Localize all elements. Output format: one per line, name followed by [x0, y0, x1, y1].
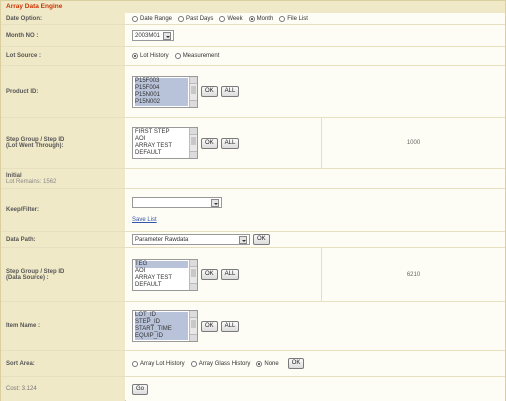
product-id-ok-button[interactable]: OK: [201, 86, 218, 97]
item-name-all-button[interactable]: ALL: [220, 320, 240, 332]
go-button[interactable]: Go: [132, 383, 149, 395]
radio-array-lot-history[interactable]: Array Lot History: [132, 360, 185, 367]
radio-month[interactable]: Month: [248, 15, 273, 22]
radio-lot-history[interactable]: Lot History: [132, 53, 169, 59]
list-item[interactable]: EQUIP_ID: [135, 333, 188, 340]
array-data-engine-panel: Array Data Engine Date Option: Date Rang…: [0, 0, 506, 401]
list-item[interactable]: ARRAY TEST: [135, 275, 188, 282]
data-path-select[interactable]: Parameter Rawdata: [132, 234, 250, 245]
item-name-ok-button[interactable]: OK: [201, 320, 218, 332]
scrollbar[interactable]: [189, 128, 197, 158]
list-item[interactable]: LOT_ID: [135, 312, 188, 319]
radio-selected-icon: [256, 360, 263, 367]
step-group-lot-count: 1000: [322, 118, 505, 168]
product-id-label: Product ID:: [1, 66, 125, 117]
item-name-listbox[interactable]: LOT_ID STEP_ID START_TIME EQUIP_ID: [132, 310, 198, 342]
lot-source-label: Lot Source :: [1, 47, 125, 65]
list-item[interactable]: FIRST STEP: [135, 129, 188, 136]
scrollbar[interactable]: [189, 76, 197, 107]
product-id-listbox[interactable]: P15F003 P15F004 P15N001 P15N002: [132, 75, 198, 108]
radio-measurement[interactable]: Measurement: [174, 53, 219, 59]
list-item[interactable]: DEFAULT: [135, 282, 188, 289]
radio-date-range[interactable]: Date Range: [132, 15, 172, 22]
list-item[interactable]: P15N002: [135, 98, 188, 106]
step-group-data-listbox[interactable]: TEG AOI ARRAY TEST DEFAULT: [132, 258, 198, 291]
list-item[interactable]: P15F003: [135, 77, 188, 85]
list-item[interactable]: TEG: [135, 260, 188, 268]
radio-icon: [219, 15, 226, 22]
keep-filter-select[interactable]: [132, 197, 222, 208]
item-name-label: Item Name :: [1, 302, 125, 350]
scrollbar[interactable]: [189, 311, 197, 341]
list-item[interactable]: AOI: [135, 136, 188, 143]
radio-icon: [174, 53, 181, 59]
row-lot-source: Lot Source : Lot History Measurement: [1, 47, 505, 66]
list-item[interactable]: P15N001: [135, 91, 188, 99]
month-select[interactable]: 2003M01: [132, 30, 175, 41]
sort-area-ok-button[interactable]: OK: [287, 358, 305, 369]
radio-selected-icon: [132, 53, 138, 59]
step-group-data-count: 6210: [322, 248, 505, 301]
scrollbar[interactable]: [189, 259, 197, 290]
row-sort-area: Sort Area: Array Lot History Array Glass…: [1, 351, 505, 377]
product-id-all-button[interactable]: ALL: [220, 86, 240, 97]
radio-past-days[interactable]: Past Days: [178, 15, 213, 22]
step-group-data-label: Step Group / Step ID (Data Source) :: [1, 248, 125, 301]
sort-area-label: Sort Area:: [1, 351, 125, 376]
list-item[interactable]: AOI: [135, 268, 188, 275]
panel-title: Array Data Engine: [1, 1, 505, 13]
list-item[interactable]: DEFAULT: [135, 150, 188, 157]
data-path-ok-button[interactable]: OK: [253, 234, 270, 245]
row-data-path: Data Path: Parameter Rawdata OK: [1, 232, 505, 248]
list-item[interactable]: STEP_ID: [135, 319, 188, 326]
step-group-data-all-button[interactable]: ALL: [220, 269, 240, 280]
chevron-down-icon: [211, 198, 219, 207]
radio-icon: [190, 360, 197, 367]
list-item[interactable]: P15F004: [135, 84, 188, 92]
keep-filter-label: Keep/Filter:: [1, 189, 125, 231]
step-group-lot-ok-button[interactable]: OK: [201, 137, 218, 149]
row-step-group-data: Step Group / Step ID (Data Source) : TEG…: [1, 248, 505, 302]
month-no-label: Month NO :: [1, 25, 125, 46]
row-cost: Cost: 3.124 Go: [1, 377, 505, 401]
radio-array-glass-history[interactable]: Array Glass History: [190, 360, 250, 367]
chevron-down-icon: [163, 31, 172, 40]
save-list-link[interactable]: Save List: [132, 217, 157, 223]
list-item[interactable]: START_TIME: [135, 326, 188, 333]
radio-none[interactable]: None: [256, 360, 279, 367]
radio-icon: [279, 15, 286, 22]
cost-label: Cost: 3.124: [1, 377, 125, 401]
radio-icon: [178, 15, 185, 22]
list-item[interactable]: ARRAY TEST: [135, 143, 188, 150]
radio-week[interactable]: Week: [219, 15, 243, 22]
radio-file-list[interactable]: File List: [279, 15, 308, 22]
step-group-data-ok-button[interactable]: OK: [201, 269, 218, 280]
row-keep-filter: Keep/Filter: Save List: [1, 189, 505, 232]
initial-label: Initial Lot Remains: 1562: [1, 169, 125, 188]
data-path-label: Data Path:: [1, 232, 125, 247]
row-date-option: Date Option: Date Range Past Days Week M…: [1, 13, 505, 25]
row-product-id: Product ID: P15F003 P15F004 P15N001 P15N…: [1, 66, 505, 118]
chevron-down-icon: [239, 235, 247, 244]
step-group-lot-label: Step Group / Step ID (Lot Went Through):: [1, 118, 125, 168]
row-step-group-lot: Step Group / Step ID (Lot Went Through):…: [1, 118, 505, 169]
row-month-no: Month NO : 2003M01: [1, 25, 505, 47]
row-initial: Initial Lot Remains: 1562: [1, 169, 505, 189]
date-option-label: Date Option:: [1, 13, 125, 24]
row-item-name: Item Name : LOT_ID STEP_ID START_TIME EQ…: [1, 302, 505, 351]
step-group-lot-all-button[interactable]: ALL: [220, 137, 240, 149]
radio-icon: [132, 360, 138, 367]
radio-icon: [132, 15, 138, 22]
step-group-lot-listbox[interactable]: FIRST STEP AOI ARRAY TEST DEFAULT: [132, 127, 198, 159]
radio-selected-icon: [248, 15, 255, 22]
